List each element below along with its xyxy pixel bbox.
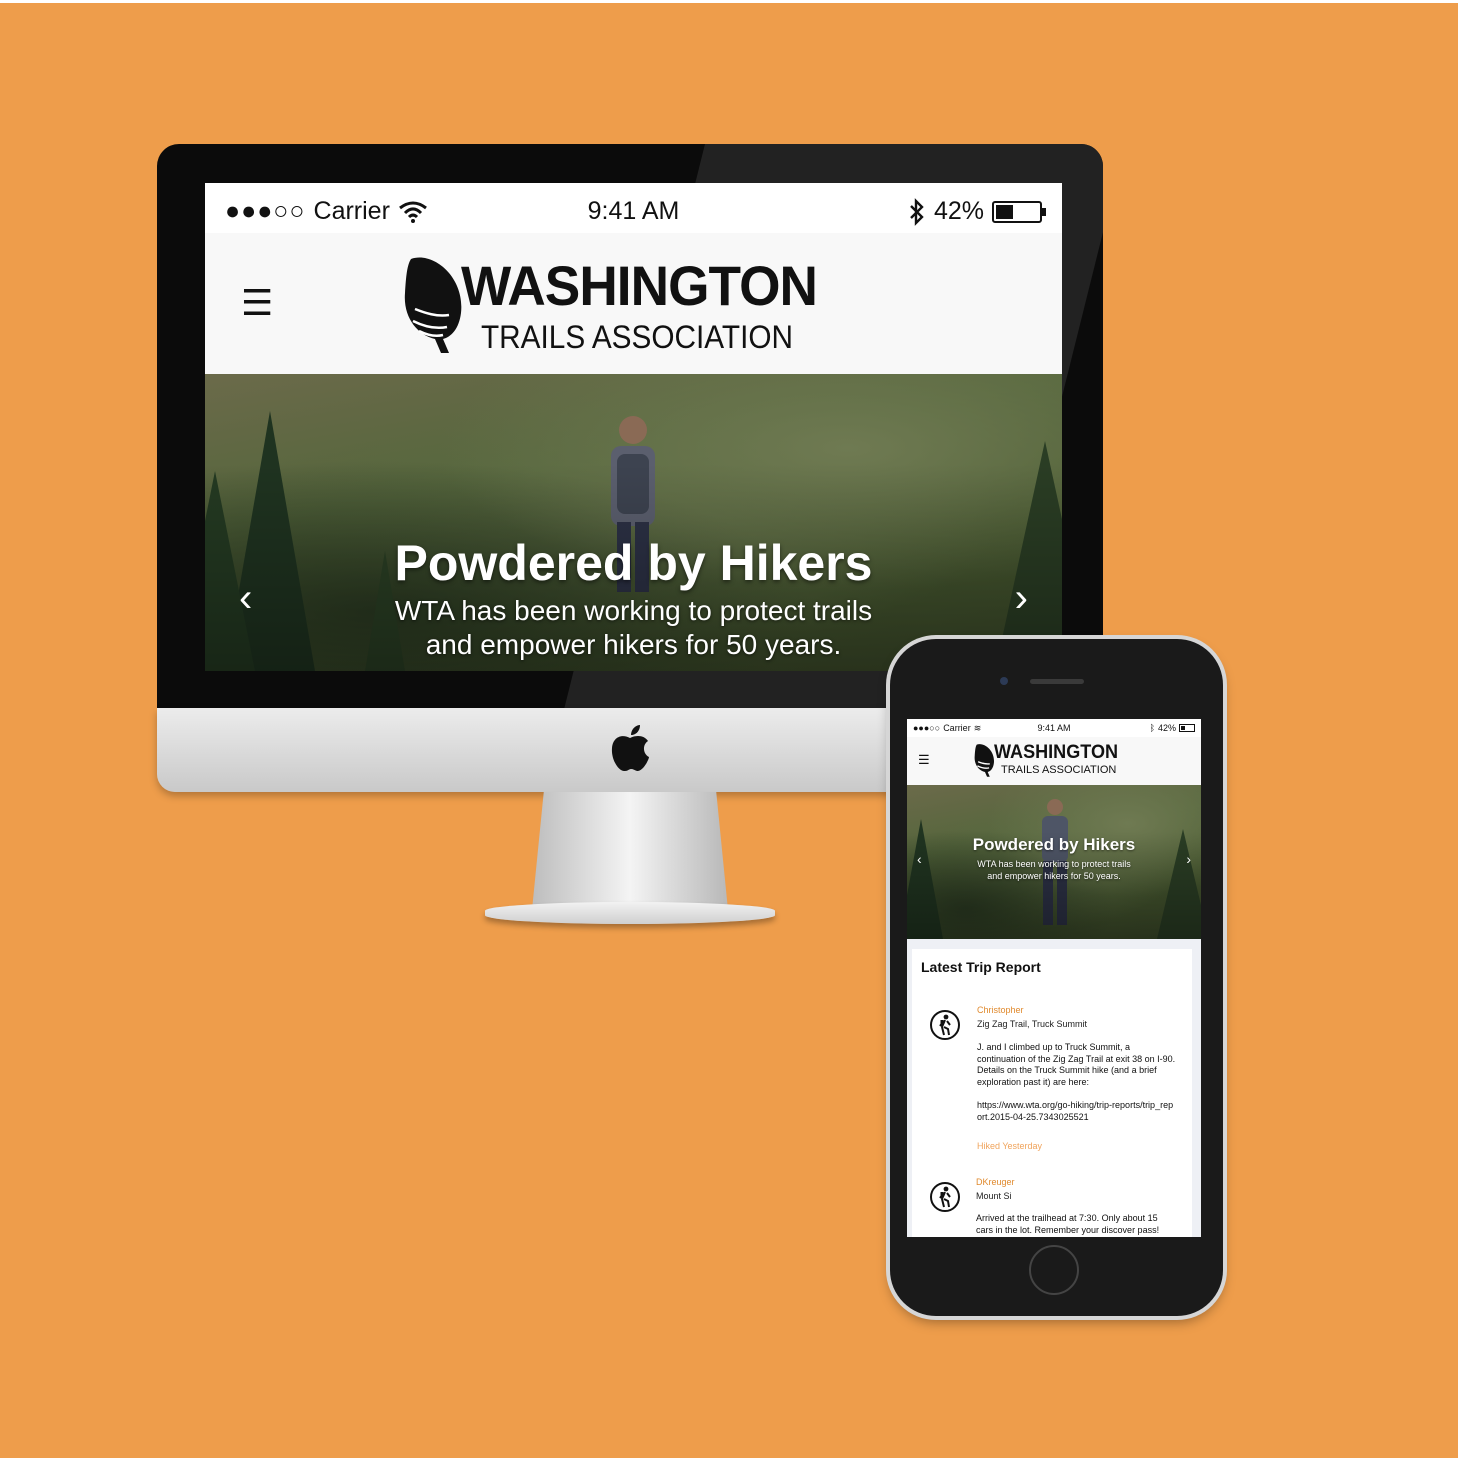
mobile-status-bar: ●●●○○ Carrier ≋ 9:41 AM ᛒ 42% <box>907 719 1201 737</box>
wifi-icon: ≋ <box>973 722 982 733</box>
phone-camera <box>1000 677 1008 685</box>
logo-subtitle: TRAILS ASSOCIATION <box>481 319 794 355</box>
logo-title: WASHINGTON <box>461 254 818 317</box>
status-time: 9:41 AM <box>1037 723 1071 733</box>
phone-mockup: ●●●○○ Carrier ≋ 9:41 AM ᛒ 42% ☰ WASHINGT… <box>890 639 1223 1316</box>
desktop-screen: ●●●○○ Carrier 9:41 AM 42% ☰ WASHINGTON T… <box>205 183 1062 671</box>
trip-report-heading: Latest Trip Report <box>921 959 1041 975</box>
imac-stand <box>532 792 728 910</box>
site-header: ☰ WASHINGTON TRAILS ASSOCIATION <box>205 233 1062 374</box>
report-trail: Mount Si <box>976 1191 1012 1201</box>
trip-report-card: Latest Trip Report Christopher Zig Zag T… <box>912 949 1192 1237</box>
wta-logo[interactable]: WASHINGTON TRAILS ASSOCIATION <box>974 741 1124 781</box>
signal-icon: ●●●○○ <box>225 197 306 225</box>
report-link[interactable]: https://www.wta.org/go-hiking/trip-repor… <box>977 1100 1177 1123</box>
status-bar: ●●●○○ Carrier 9:41 AM 42% <box>205 183 1062 240</box>
phone-speaker <box>1030 679 1084 684</box>
hamburger-menu-icon[interactable]: ☰ <box>918 753 930 766</box>
wta-logo[interactable]: WASHINGTON TRAILS ASSOCIATION <box>403 249 823 359</box>
logo-subtitle: TRAILS ASSOCIATION <box>1001 764 1117 776</box>
signal-icon: ●●●○○ <box>913 723 941 733</box>
hero-subtitle: WTA has been working to protect trails a… <box>977 859 1131 881</box>
hero-banner: ‹ › Powdered by Hikers WTA has been work… <box>205 374 1062 671</box>
mobile-hero-banner: ‹ › Powdered by Hikers WTA has been work… <box>907 785 1201 939</box>
report-body: J. and I climbed up to Truck Summit, a c… <box>977 1042 1176 1087</box>
battery-icon <box>992 200 1046 223</box>
top-strip <box>0 0 1458 3</box>
logo-title: WASHINGTON <box>994 742 1119 763</box>
report-hiked-date: Hiked Yesterday <box>977 1141 1043 1151</box>
battery-percent: 42% <box>1157 723 1176 733</box>
mobile-header: ☰ WASHINGTON TRAILS ASSOCIATION <box>907 737 1201 785</box>
battery-icon <box>1179 724 1195 732</box>
hero-title: Powdered by Hikers <box>972 835 1136 854</box>
report-body: Arrived at the trailhead at 7:30. Only a… <box>976 1213 1160 1235</box>
imac-foot <box>485 902 775 924</box>
phone-home-button[interactable] <box>1029 1245 1079 1295</box>
mobile-screen: ●●●○○ Carrier ≋ 9:41 AM ᛒ 42% ☰ WASHINGT… <box>907 719 1201 1237</box>
report-trail: Zig Zag Trail, Truck Summit <box>977 1019 1088 1029</box>
bluetooth-icon <box>910 197 924 226</box>
hero-title: Powdered by Hikers <box>394 535 873 591</box>
hiker-avatar-icon <box>930 1010 960 1040</box>
battery-percent: 42% <box>933 197 984 225</box>
carrier-label: Carrier <box>943 723 971 733</box>
apple-logo-icon <box>611 725 649 772</box>
hamburger-menu-icon[interactable]: ☰ <box>241 285 273 321</box>
report-author[interactable]: DKreuger <box>976 1177 1015 1187</box>
status-time: 9:41 AM <box>587 197 680 225</box>
hiker-avatar-icon <box>930 1182 960 1212</box>
carrier-label: Carrier <box>313 197 390 225</box>
bluetooth-icon: ᛒ <box>1149 723 1155 733</box>
wifi-icon <box>399 201 427 223</box>
report-author[interactable]: Christopher <box>977 1005 1024 1015</box>
